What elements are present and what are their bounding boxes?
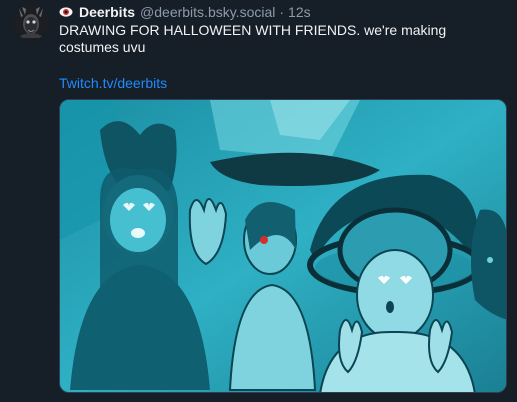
- post[interactable]: Deerbits @deerbits.bsky.social · 12s DRA…: [0, 0, 517, 402]
- post-text: DRAWING FOR HALLOWEEN WITH FRIENDS. we'r…: [59, 22, 447, 55]
- author-handle[interactable]: @deerbits.bsky.social: [140, 3, 275, 21]
- post-link[interactable]: Twitch.tv/deerbits: [59, 75, 167, 91]
- embedded-drawing-image-icon: [60, 100, 506, 392]
- header-separator: ·: [279, 4, 285, 20]
- author-display-name[interactable]: Deerbits: [79, 3, 135, 21]
- post-timestamp[interactable]: 12s: [288, 3, 311, 21]
- avatar[interactable]: [13, 4, 49, 40]
- post-media-image[interactable]: [59, 99, 507, 393]
- deer-skull-avatar-icon: [13, 4, 49, 40]
- eye-emoji-icon: [59, 5, 73, 19]
- post-header: Deerbits @deerbits.bsky.social · 12s: [59, 3, 311, 21]
